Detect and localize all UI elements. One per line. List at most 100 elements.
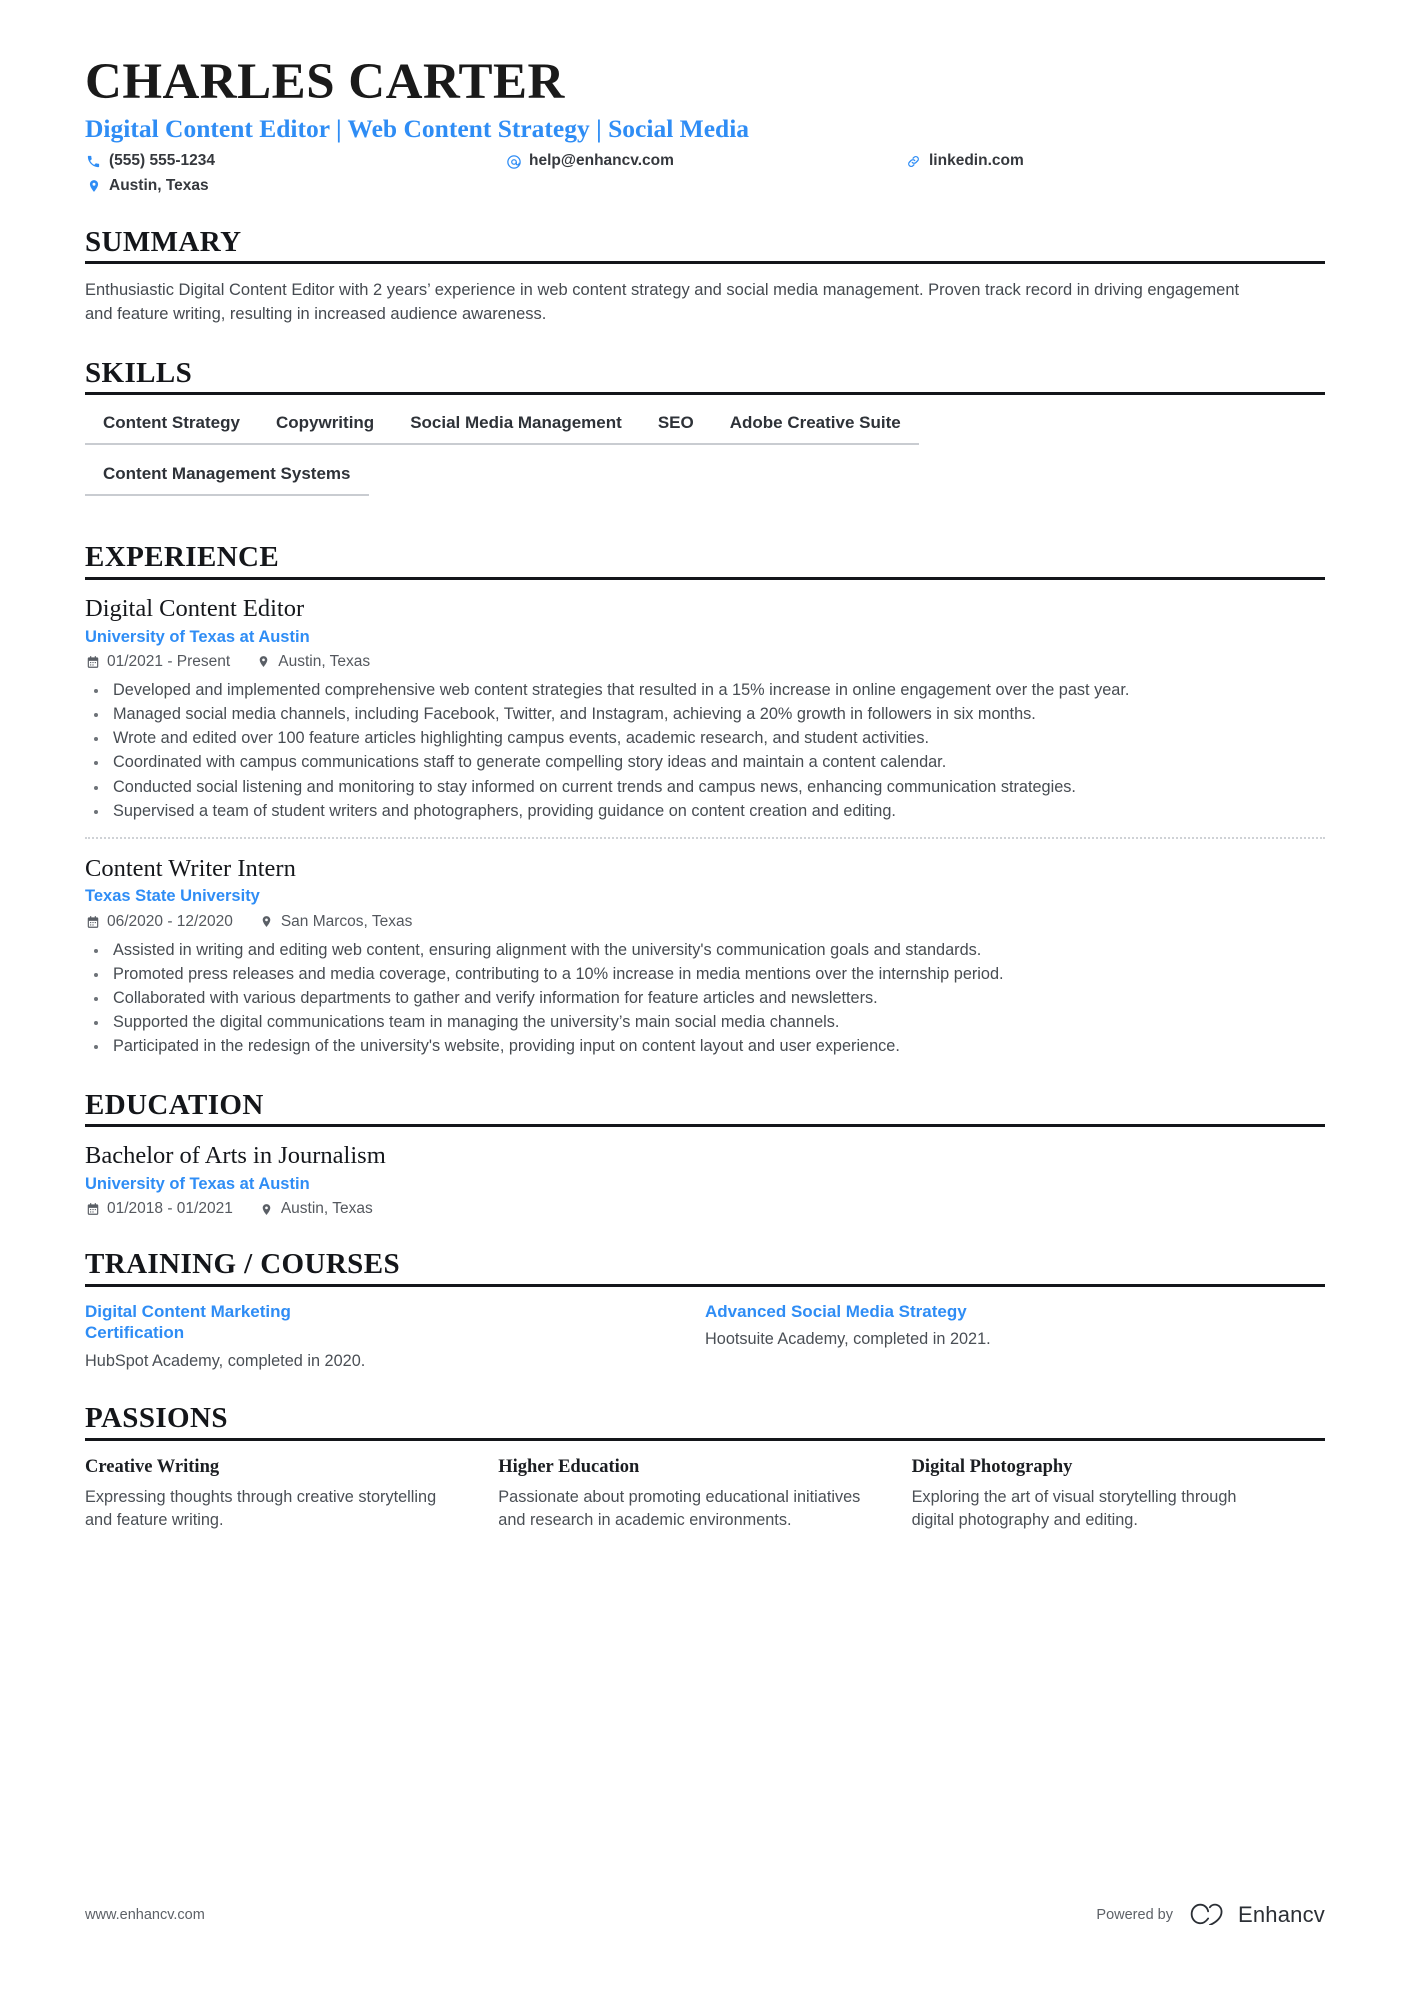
- candidate-headline: Digital Content Editor | Web Content Str…: [85, 114, 750, 144]
- job-location-text: Austin, Texas: [278, 652, 371, 670]
- skill-tag: Content Management Systems: [85, 460, 369, 497]
- bullet-item: Coordinated with campus communications s…: [85, 751, 1325, 774]
- skill-tag: Social Media Management: [392, 409, 640, 446]
- candidate-name: CHARLES CARTER: [85, 54, 565, 110]
- course-description: HubSpot Academy, completed in 2020.: [85, 1351, 366, 1370]
- job-dates-text: 06/2020 - 12/2020: [107, 912, 233, 930]
- calendar-icon: [85, 654, 100, 669]
- passion-description: Expressing thoughts through creative sto…: [85, 1487, 437, 1529]
- training-list: Digital Content Marketing Certification …: [85, 1301, 1325, 1373]
- job-location: Austin, Texas: [256, 653, 370, 671]
- contact-phone-text: (555) 555-1234: [109, 152, 215, 170]
- course-item: Advanced Social Media Strategy Hootsuite…: [705, 1301, 1325, 1373]
- location-icon: [256, 654, 271, 669]
- location-icon: [259, 1202, 274, 1217]
- resume-header: CHARLES CARTER Digital Content Editor | …: [85, 54, 1325, 196]
- job-location-text: San Marcos, Texas: [280, 912, 413, 930]
- section-passions: PASSIONS Creative Writing Expressing tho…: [85, 1403, 1325, 1531]
- job-dates: 06/2020 - 12/2020: [85, 913, 233, 931]
- link-icon: [905, 153, 922, 170]
- contact-location: Austin, Texas: [85, 177, 505, 196]
- experience-entry: Digital Content Editor University of Tex…: [85, 594, 1325, 823]
- skills-list: Content Strategy Copywriting Social Medi…: [85, 409, 1095, 511]
- passion-name: Higher Education: [498, 1456, 640, 1477]
- email-icon: [505, 153, 522, 170]
- passions-heading: PASSIONS: [85, 1402, 228, 1435]
- contact-row-1: (555) 555-1234 help@enhancv.com linkedin…: [85, 152, 1325, 171]
- contact-phone[interactable]: (555) 555-1234: [85, 152, 505, 171]
- contact-linkedin-text: linkedin.com: [929, 152, 1024, 170]
- enhancv-wordmark: Enhancv: [1237, 1901, 1325, 1927]
- course-name[interactable]: Advanced Social Media Strategy: [705, 1301, 995, 1323]
- contact-info: (555) 555-1234 help@enhancv.com linkedin…: [85, 152, 1325, 195]
- skills-heading: SKILLS: [85, 356, 193, 389]
- school-name[interactable]: University of Texas at Austin: [85, 1174, 1325, 1195]
- bullet-item: Participated in the redesign of the univ…: [85, 1035, 1325, 1058]
- education-meta: 01/2018 - 01/2021 Austin, Texas: [85, 1200, 1325, 1218]
- summary-heading: SUMMARY: [85, 225, 242, 258]
- location-icon: [85, 178, 102, 195]
- section-summary: SUMMARY Enthusiastic Digital Content Edi…: [85, 225, 1325, 327]
- skill-tag: Content Strategy: [85, 409, 258, 446]
- calendar-icon: [85, 1202, 100, 1217]
- passion-description: Exploring the art of visual storytelling…: [911, 1487, 1237, 1529]
- resume-page: CHARLES CARTER Digital Content Editor | …: [0, 0, 1410, 1995]
- job-title: Digital Content Editor: [85, 594, 305, 622]
- section-divider: [85, 1124, 1325, 1127]
- passion-description: Passionate about promoting educational i…: [498, 1487, 861, 1529]
- job-title: Content Writer Intern: [85, 854, 296, 882]
- bullet-item: Collaborated with various departments to…: [85, 987, 1325, 1010]
- experience-heading: EXPERIENCE: [85, 541, 280, 574]
- job-dates-text: 01/2021 - Present: [107, 652, 231, 670]
- education-heading: EDUCATION: [85, 1088, 264, 1121]
- section-divider: [85, 392, 1325, 396]
- skill-tag: Adobe Creative Suite: [711, 409, 919, 446]
- passion-item: Creative Writing Expressing thoughts thr…: [85, 1455, 498, 1532]
- bullet-item: Supervised a team of student writers and…: [85, 800, 1325, 823]
- section-skills: SKILLS Content Strategy Copywriting Soci…: [85, 356, 1325, 512]
- training-heading: TRAINING / COURSES: [85, 1248, 400, 1281]
- powered-by-label: Powered by: [1096, 1906, 1173, 1923]
- passion-name: Creative Writing: [85, 1456, 220, 1477]
- page-footer: www.enhancv.com Powered by Enhancv: [85, 1899, 1325, 1930]
- section-divider: [85, 1283, 1325, 1287]
- footer-branding: Powered by Enhancv: [1096, 1899, 1325, 1930]
- degree-title: Bachelor of Arts in Journalism: [85, 1142, 386, 1169]
- education-location: Austin, Texas: [259, 1200, 373, 1218]
- section-divider: [85, 576, 1325, 580]
- contact-email-text: help@enhancv.com: [529, 152, 674, 170]
- section-experience: EXPERIENCE Digital Content Editor Univer…: [85, 542, 1325, 1058]
- contact-email[interactable]: help@enhancv.com: [505, 152, 905, 171]
- contact-linkedin[interactable]: linkedin.com: [905, 152, 1225, 171]
- education-dates-text: 01/2018 - 01/2021: [107, 1200, 233, 1218]
- passion-name: Digital Photography: [911, 1456, 1073, 1477]
- location-icon: [259, 914, 274, 929]
- section-training: TRAINING / COURSES Digital Content Marke…: [85, 1249, 1325, 1372]
- passion-item: Digital Photography Exploring the art of…: [912, 1455, 1325, 1532]
- bullet-item: Developed and implemented comprehensive …: [85, 679, 1325, 702]
- job-location: San Marcos, Texas: [259, 912, 413, 931]
- course-name[interactable]: Digital Content Marketing Certification: [85, 1301, 375, 1344]
- summary-text: Enthusiastic Digital Content Editor with…: [85, 281, 1240, 324]
- education-location-text: Austin, Texas: [280, 1200, 373, 1218]
- resume-content: CHARLES CARTER Digital Content Editor | …: [85, 54, 1325, 1532]
- enhancv-mark-icon: [1189, 1899, 1229, 1930]
- bullet-item: Managed social media channels, including…: [85, 703, 1325, 726]
- contact-row-2: Austin, Texas: [85, 177, 1325, 196]
- job-meta: 01/2021 - Present Austin, Texas: [85, 653, 1325, 671]
- skill-tag: SEO: [639, 409, 712, 446]
- job-organization[interactable]: University of Texas at Austin: [85, 627, 1325, 648]
- bullet-item: Assisted in writing and editing web cont…: [85, 939, 1325, 962]
- entry-separator: [85, 836, 1325, 839]
- contact-location-text: Austin, Texas: [109, 176, 209, 194]
- education-entry: Bachelor of Arts in Journalism Universit…: [85, 1141, 1325, 1218]
- footer-website-url[interactable]: www.enhancv.com: [85, 1907, 205, 1923]
- passion-item: Higher Education Passionate about promot…: [498, 1455, 911, 1532]
- calendar-icon: [85, 914, 100, 929]
- education-dates: 01/2018 - 01/2021: [85, 1200, 233, 1218]
- passions-list: Creative Writing Expressing thoughts thr…: [85, 1455, 1325, 1532]
- job-dates: 01/2021 - Present: [85, 653, 230, 671]
- bullet-item: Conducted social listening and monitorin…: [85, 776, 1325, 799]
- bullet-item: Promoted press releases and media covera…: [85, 963, 1325, 986]
- job-organization[interactable]: Texas State University: [85, 886, 1325, 907]
